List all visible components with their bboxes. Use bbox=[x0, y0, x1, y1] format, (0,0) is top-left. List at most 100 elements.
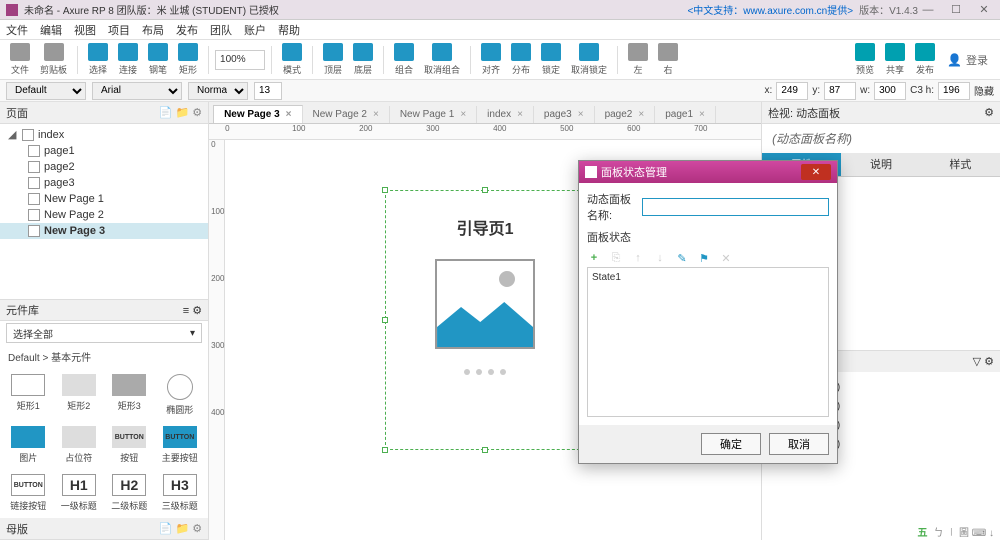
doc-tab[interactable]: New Page 3× bbox=[213, 105, 302, 123]
panel-name-input[interactable] bbox=[642, 198, 829, 216]
ok-button[interactable]: 确定 bbox=[701, 433, 761, 455]
tool-front[interactable]: 顶层 bbox=[319, 43, 347, 76]
resize-handle[interactable] bbox=[482, 447, 488, 453]
doc-tab[interactable]: page2× bbox=[595, 106, 656, 123]
dialog-titlebar[interactable]: 面板状态管理 ✕ bbox=[579, 161, 837, 183]
tool-dist[interactable]: 分布 bbox=[507, 43, 535, 76]
ime-indicator[interactable]: 五 bbox=[917, 524, 927, 539]
library-tools[interactable]: ≡ ⚙ bbox=[183, 304, 202, 317]
w-input[interactable] bbox=[874, 82, 906, 100]
font-select[interactable]: Arial bbox=[92, 82, 182, 100]
cancel-button[interactable]: 取消 bbox=[769, 433, 829, 455]
page-item[interactable]: page3 bbox=[0, 175, 208, 191]
inspector-tab-说明[interactable]: 说明 bbox=[841, 153, 920, 177]
duplicate-state-button[interactable]: ⎘ bbox=[609, 251, 623, 265]
inspector-tab-样式[interactable]: 样式 bbox=[921, 153, 1000, 177]
menu-发布[interactable]: 发布 bbox=[176, 22, 198, 38]
menu-视图[interactable]: 视图 bbox=[74, 22, 96, 38]
pages-tools[interactable]: 📄 📁 ⚙ bbox=[159, 106, 202, 119]
tool-ungroup[interactable]: 取消组合 bbox=[420, 43, 464, 76]
widget-二级标题[interactable]: H2二级标题 bbox=[105, 470, 154, 516]
fontsize-input[interactable] bbox=[254, 82, 282, 100]
tab-close-icon[interactable]: × bbox=[699, 109, 705, 120]
resize-handle[interactable] bbox=[382, 187, 388, 193]
tool-publish[interactable]: 发布 bbox=[911, 43, 939, 76]
widget-图片[interactable]: 图片 bbox=[4, 422, 53, 468]
tool-file[interactable]: 文件 bbox=[6, 43, 34, 76]
states-list[interactable]: State1 bbox=[587, 267, 829, 417]
add-state-button[interactable]: + bbox=[587, 251, 601, 265]
ime-icons[interactable]: ㄅ ㆐ 圖 ⌨ ↓ bbox=[933, 524, 994, 539]
resize-handle[interactable] bbox=[382, 447, 388, 453]
page-item[interactable]: ◢index bbox=[0, 126, 208, 143]
delete-state-button[interactable]: ✕ bbox=[719, 251, 733, 265]
hide-toggle[interactable]: 隐藏 bbox=[974, 83, 994, 98]
h-input[interactable] bbox=[938, 82, 970, 100]
tab-close-icon[interactable]: × bbox=[286, 109, 292, 120]
tool-lock[interactable]: 锁定 bbox=[537, 43, 565, 76]
widget-主要按钮[interactable]: BUTTON主要按钮 bbox=[156, 422, 205, 468]
tool-group[interactable]: 组合 bbox=[390, 43, 418, 76]
menu-团队[interactable]: 团队 bbox=[210, 22, 232, 38]
resize-handle[interactable] bbox=[382, 317, 388, 323]
login-button[interactable]: 登录 bbox=[941, 50, 994, 70]
tab-close-icon[interactable]: × bbox=[460, 109, 466, 120]
widget-按钮[interactable]: BUTTON按钮 bbox=[105, 422, 154, 468]
tab-close-icon[interactable]: × bbox=[578, 109, 584, 120]
tab-close-icon[interactable]: × bbox=[638, 109, 644, 120]
weight-select[interactable]: Normal bbox=[188, 82, 248, 100]
widget-矩形3[interactable]: 矩形3 bbox=[105, 370, 154, 420]
library-select[interactable]: 选择全部▾ bbox=[6, 323, 202, 343]
tool-align[interactable]: 对齐 bbox=[477, 43, 505, 76]
tool-sel[interactable]: 选择 bbox=[84, 43, 112, 76]
edit-state-button[interactable]: ✎ bbox=[675, 251, 689, 265]
move-down-button[interactable]: ↓ bbox=[653, 251, 667, 265]
widget-矩形1[interactable]: 矩形1 bbox=[4, 370, 53, 420]
doc-tab[interactable]: page3× bbox=[534, 106, 595, 123]
page-item[interactable]: page2 bbox=[0, 159, 208, 175]
menu-文件[interactable]: 文件 bbox=[6, 22, 28, 38]
move-up-button[interactable]: ↑ bbox=[631, 251, 645, 265]
menu-账户[interactable]: 账户 bbox=[244, 22, 266, 38]
widget-占位符[interactable]: 占位符 bbox=[55, 422, 104, 468]
close-button[interactable]: ✕ bbox=[974, 3, 994, 17]
resize-handle[interactable] bbox=[482, 187, 488, 193]
x-input[interactable] bbox=[776, 82, 808, 100]
menu-布局[interactable]: 布局 bbox=[142, 22, 164, 38]
tool-clip[interactable]: 剪贴板 bbox=[36, 43, 71, 76]
widget-一级标题[interactable]: H1一级标题 bbox=[55, 470, 104, 516]
minimize-button[interactable]: — bbox=[918, 3, 938, 17]
widget-椭圆形[interactable]: 椭圆形 bbox=[156, 370, 205, 420]
widget-链接按钮[interactable]: BUTTON链接按钮 bbox=[4, 470, 53, 516]
tool-l[interactable]: 左 bbox=[624, 43, 652, 76]
page-item[interactable]: page1 bbox=[0, 143, 208, 159]
tab-close-icon[interactable]: × bbox=[373, 109, 379, 120]
page-item[interactable]: New Page 2 bbox=[0, 207, 208, 223]
tool-unlock[interactable]: 取消锁定 bbox=[567, 43, 611, 76]
zoom-select[interactable]: 100% bbox=[215, 50, 265, 70]
menu-编辑[interactable]: 编辑 bbox=[40, 22, 62, 38]
tool-r[interactable]: 右 bbox=[654, 43, 682, 76]
doc-tab[interactable]: New Page 2× bbox=[303, 106, 390, 123]
style-select[interactable]: Default bbox=[6, 82, 86, 100]
tool-share[interactable]: 共享 bbox=[881, 43, 909, 76]
page-item[interactable]: New Page 3 bbox=[0, 223, 208, 239]
doc-tab[interactable]: index× bbox=[477, 106, 534, 123]
tool-back[interactable]: 底层 bbox=[349, 43, 377, 76]
flag-button[interactable]: ⚑ bbox=[697, 251, 711, 265]
tool-preview[interactable]: 预览 bbox=[851, 43, 879, 76]
maximize-button[interactable]: ☐ bbox=[946, 3, 966, 17]
tab-close-icon[interactable]: × bbox=[517, 109, 523, 120]
doc-tab[interactable]: New Page 1× bbox=[390, 106, 477, 123]
menu-项目[interactable]: 项目 bbox=[108, 22, 130, 38]
dialog-close-button[interactable]: ✕ bbox=[801, 164, 831, 180]
menu-帮助[interactable]: 帮助 bbox=[278, 22, 300, 38]
y-input[interactable] bbox=[824, 82, 856, 100]
tool-mode[interactable]: 模式 bbox=[278, 43, 306, 76]
dynamic-panel-widget[interactable]: 引导页1 bbox=[385, 190, 585, 450]
tool-conn[interactable]: 连接 bbox=[114, 43, 142, 76]
widget-三级标题[interactable]: H3三级标题 bbox=[156, 470, 205, 516]
page-item[interactable]: New Page 1 bbox=[0, 191, 208, 207]
widget-矩形2[interactable]: 矩形2 bbox=[55, 370, 104, 420]
tool-more[interactable]: 矩形 bbox=[174, 43, 202, 76]
